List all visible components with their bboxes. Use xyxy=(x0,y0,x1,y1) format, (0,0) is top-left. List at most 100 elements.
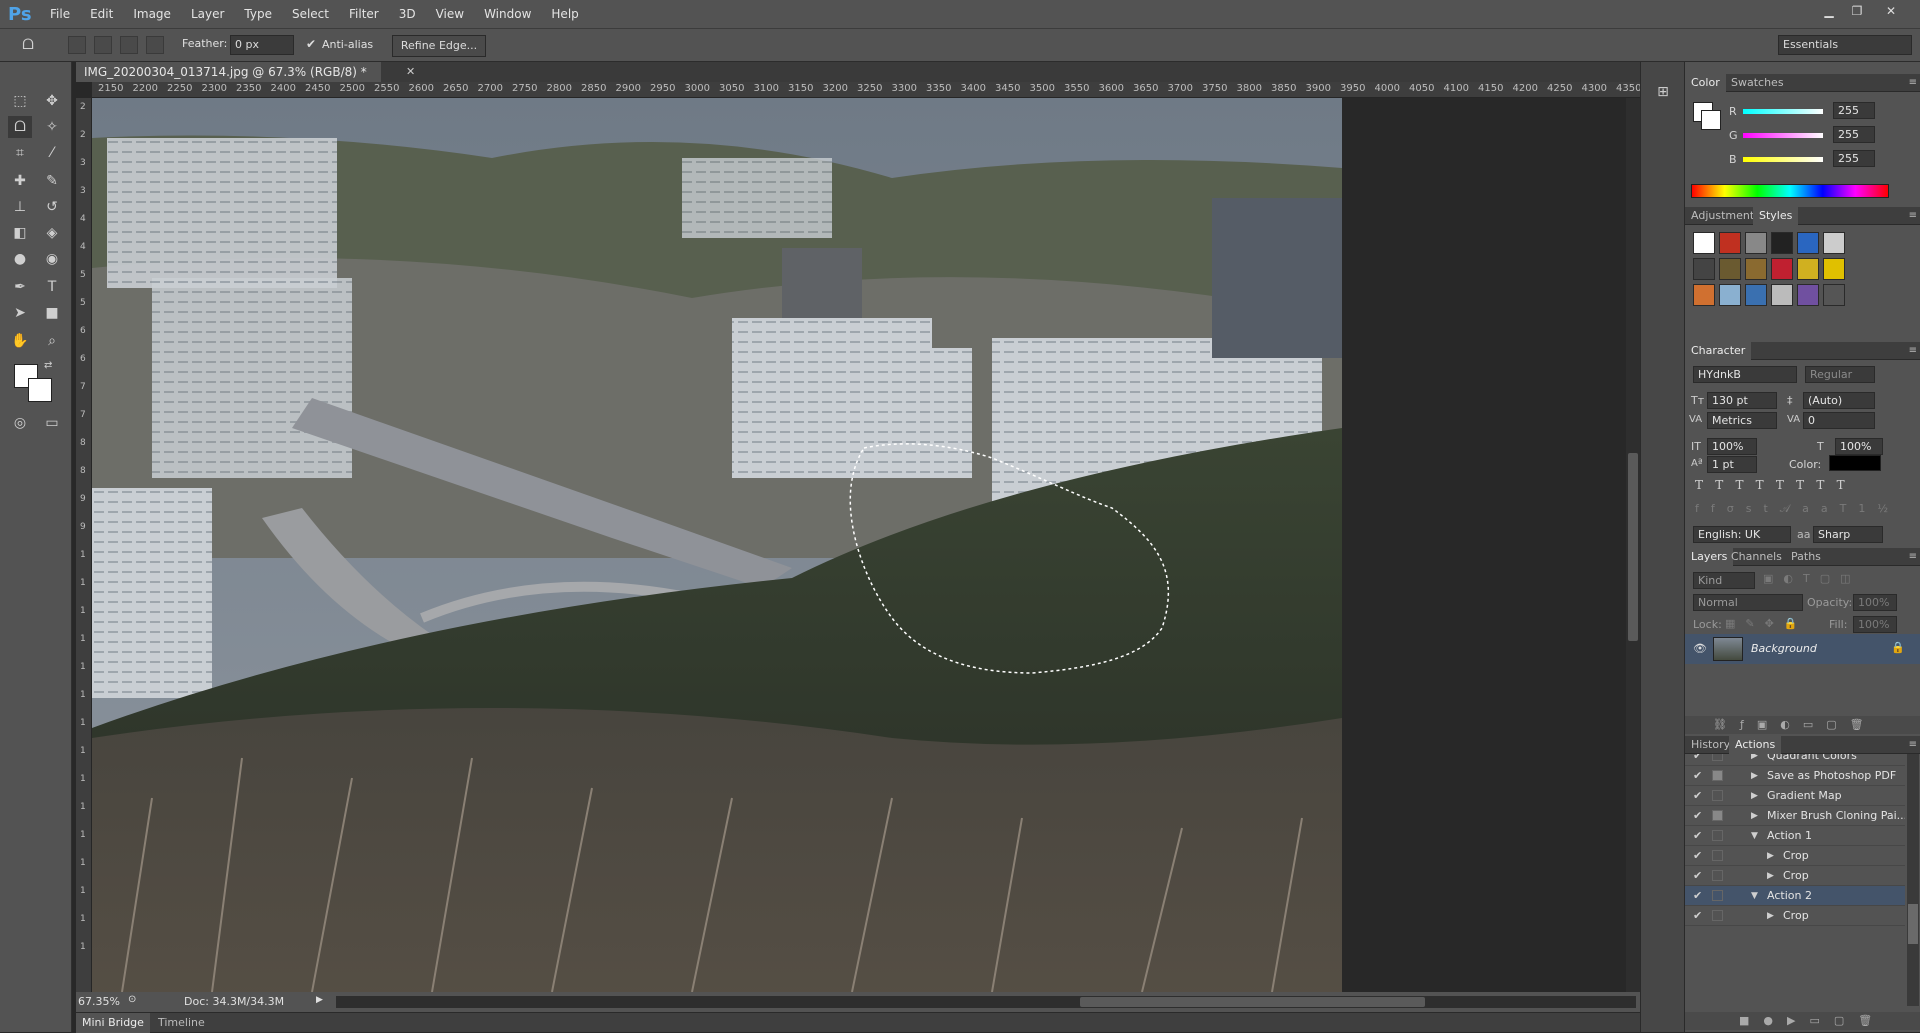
font-family-select[interactable]: HYdnkB xyxy=(1693,366,1797,383)
style-swatch[interactable] xyxy=(1771,284,1793,306)
document-tab[interactable]: IMG_20200304_013714.jpg @ 67.3% (RGB/8) … xyxy=(76,62,381,82)
lock-icons[interactable]: ▦✎✥🔒 xyxy=(1725,617,1808,630)
action-row[interactable]: ✔ ▶ Crop xyxy=(1685,906,1905,926)
color-spectrum[interactable] xyxy=(1691,184,1889,198)
menu-3d[interactable]: 3D xyxy=(389,7,426,21)
action-dialog-toggle[interactable] xyxy=(1712,810,1723,821)
style-swatch[interactable] xyxy=(1693,258,1715,280)
new-selection-button[interactable] xyxy=(68,36,86,54)
background-color-swatch[interactable] xyxy=(28,378,52,402)
expand-triangle-icon[interactable]: ▶ xyxy=(1751,806,1758,826)
canvas-area[interactable] xyxy=(92,98,1626,992)
paint-bucket-tool-icon[interactable]: ◈ xyxy=(40,222,64,244)
actions-panel-menu-icon[interactable]: ≡ xyxy=(1909,739,1917,750)
b-slider[interactable] xyxy=(1743,157,1823,162)
menu-type[interactable]: Type xyxy=(234,7,282,21)
path-selection-tool-icon[interactable]: ➤ xyxy=(8,302,32,324)
language-select[interactable]: English: UK xyxy=(1693,526,1791,543)
tab-channels[interactable]: Channels xyxy=(1725,548,1788,566)
rectangle-tool-icon[interactable]: ■ xyxy=(40,302,64,324)
action-dialog-toggle[interactable] xyxy=(1712,850,1723,861)
layer-filter-icons[interactable]: ▣◐T▢◫ xyxy=(1763,572,1883,588)
action-row[interactable]: ✔ ▶ Mixer Brush Cloning Pai... xyxy=(1685,806,1905,826)
text-color-swatch[interactable] xyxy=(1829,455,1881,471)
style-swatch[interactable] xyxy=(1719,232,1741,254)
g-input[interactable]: 255 xyxy=(1833,126,1875,143)
close-document-icon[interactable]: ✕ xyxy=(406,65,415,78)
style-swatch[interactable] xyxy=(1771,232,1793,254)
action-row[interactable]: ✔ ▶ Gradient Map xyxy=(1685,786,1905,806)
action-dialog-toggle[interactable] xyxy=(1712,770,1723,781)
lasso-tool-preset-icon[interactable]: ᗝ xyxy=(16,34,40,56)
b-input[interactable]: 255 xyxy=(1833,150,1875,167)
document-image[interactable] xyxy=(92,98,1342,992)
action-enabled-check-icon[interactable]: ✔ xyxy=(1693,786,1702,806)
tab-paths[interactable]: Paths xyxy=(1785,548,1827,566)
type-tool-icon[interactable]: T xyxy=(40,276,64,298)
subtract-selection-button[interactable] xyxy=(120,36,138,54)
vertical-scroll-thumb[interactable] xyxy=(1628,453,1638,641)
close-icon[interactable]: ✕ xyxy=(1880,3,1902,19)
type-style-buttons[interactable]: TTTTTTTT xyxy=(1695,478,1885,494)
tab-styles[interactable]: Styles xyxy=(1753,207,1799,225)
color-panel-background-swatch[interactable] xyxy=(1701,110,1721,130)
opentype-buttons[interactable]: ffσst𝒜aaT1½ xyxy=(1695,502,1888,518)
eyedropper-tool-icon[interactable]: ⁄ xyxy=(40,142,64,164)
healing-brush-tool-icon[interactable]: ✚ xyxy=(8,170,32,192)
status-menu-arrow-icon[interactable]: ▶ xyxy=(316,995,323,1005)
restore-icon[interactable]: ❐ xyxy=(1846,3,1868,19)
tab-color[interactable]: Color xyxy=(1685,74,1726,92)
style-swatch[interactable] xyxy=(1745,258,1767,280)
action-enabled-check-icon[interactable]: ✔ xyxy=(1693,766,1702,786)
expand-triangle-icon[interactable]: ▶ xyxy=(1767,846,1774,866)
lasso-tool-icon[interactable]: ᗝ xyxy=(8,116,32,138)
expand-triangle-icon[interactable]: ▶ xyxy=(1767,866,1774,886)
menu-window[interactable]: Window xyxy=(474,7,541,21)
action-enabled-check-icon[interactable]: ✔ xyxy=(1693,846,1702,866)
panel-options-icon[interactable]: ⊞ xyxy=(1653,84,1673,102)
antialias-method-select[interactable]: Sharp xyxy=(1813,526,1883,543)
style-swatch[interactable] xyxy=(1797,284,1819,306)
intersect-selection-button[interactable] xyxy=(146,36,164,54)
tab-actions[interactable]: Actions xyxy=(1729,736,1782,754)
vertical-scrollbar[interactable] xyxy=(1626,98,1640,992)
refine-edge-button[interactable]: Refine Edge... xyxy=(392,35,486,57)
fill-input[interactable]: 100% xyxy=(1853,616,1897,633)
layers-panel-menu-icon[interactable]: ≡ xyxy=(1909,551,1917,562)
action-row[interactable]: ✔ ▼ Action 2 xyxy=(1685,886,1905,906)
collapse-triangle-icon[interactable]: ▼ xyxy=(1751,886,1758,906)
tab-swatches[interactable]: Swatches xyxy=(1725,74,1790,92)
actions-scrollbar[interactable] xyxy=(1907,754,1919,1006)
style-swatch[interactable] xyxy=(1823,232,1845,254)
action-enabled-check-icon[interactable]: ✔ xyxy=(1693,806,1702,826)
expand-triangle-icon[interactable]: ▶ xyxy=(1751,786,1758,806)
action-row[interactable]: ✔ ▶ Quadrant Colors xyxy=(1685,754,1905,766)
tab-mini-bridge[interactable]: Mini Bridge xyxy=(76,1013,150,1033)
action-enabled-check-icon[interactable]: ✔ xyxy=(1693,886,1702,906)
style-swatch[interactable] xyxy=(1797,232,1819,254)
layer-filter-kind[interactable]: Kind xyxy=(1693,572,1755,589)
g-slider[interactable] xyxy=(1743,133,1823,138)
r-slider[interactable] xyxy=(1743,109,1823,114)
action-row[interactable]: ✔ ▼ Action 1 xyxy=(1685,826,1905,846)
eraser-tool-icon[interactable]: ◧ xyxy=(8,222,32,244)
brush-tool-icon[interactable]: ✎ xyxy=(40,170,64,192)
style-swatch[interactable] xyxy=(1693,232,1715,254)
add-selection-button[interactable] xyxy=(94,36,112,54)
horizontal-scrollbar[interactable] xyxy=(336,996,1636,1008)
collapse-triangle-icon[interactable]: ▼ xyxy=(1751,826,1758,846)
leading-input[interactable]: (Auto) xyxy=(1803,392,1875,409)
expand-triangle-icon[interactable]: ▶ xyxy=(1751,766,1758,786)
styles-panel-menu-icon[interactable]: ≡ xyxy=(1909,210,1917,221)
action-row[interactable]: ✔ ▶ Save as Photoshop PDF xyxy=(1685,766,1905,786)
opacity-input[interactable]: 100% xyxy=(1853,594,1897,611)
feather-input[interactable]: 0 px xyxy=(230,35,294,55)
baseline-shift-input[interactable]: 1 pt xyxy=(1707,456,1757,473)
dodge-tool-icon[interactable]: ◉ xyxy=(40,248,64,270)
horizontal-scale-input[interactable]: 100% xyxy=(1835,438,1883,455)
style-swatch[interactable] xyxy=(1745,284,1767,306)
clone-stamp-tool-icon[interactable]: ⊥ xyxy=(8,196,32,218)
kerning-select[interactable]: Metrics xyxy=(1707,412,1777,429)
layer-name[interactable]: Background xyxy=(1751,642,1817,655)
expand-triangle-icon[interactable]: ▶ xyxy=(1767,906,1774,926)
